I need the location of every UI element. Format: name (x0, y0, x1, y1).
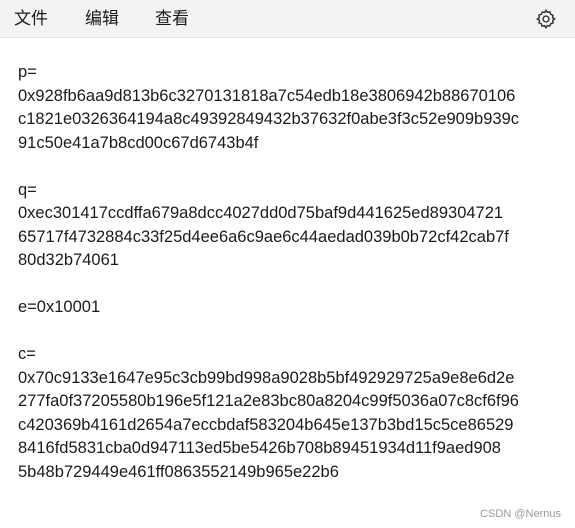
gear-icon[interactable] (535, 8, 557, 30)
text-line: 0xec301417ccdffa679a8dcc4027dd0d75baf9d4… (18, 204, 504, 222)
text-line: 0x70c9133e1647e95c3cb99bd998a9028b5bf492… (18, 368, 515, 387)
menu-file[interactable]: 文件 (14, 8, 48, 30)
text-line: 277fa0f37205580b196e5f121a2e83bc80a8204c… (18, 392, 519, 410)
text-line (18, 155, 574, 179)
menu-edit[interactable]: 编辑 (85, 8, 119, 30)
menu-bar: 文件 编辑 查看 (0, 0, 575, 38)
text-line: c= (18, 345, 36, 363)
text-line: 8416fd5831cba0d947113ed5be5426b708b89451… (18, 439, 501, 457)
text-content[interactable]: p= 0x928fb6aa9d813b6c3270131818a7c54edb18… (18, 61, 574, 484)
text-line: 5b48b729449e461ff0863552149b965e22b6 (18, 462, 339, 481)
text-line: 80d32b74061 (18, 251, 119, 269)
scrollbar[interactable] (571, 39, 575, 528)
editor-area[interactable]: p= 0x928fb6aa9d813b6c3270131818a7c54edb18… (0, 39, 575, 528)
text-line (18, 320, 574, 344)
text-line: 0x928fb6aa9d813b6c3270131818a7c54edb18e3… (18, 86, 516, 105)
text-line: p= (18, 63, 37, 81)
text-line: 91c50e41a7b8cd00c67d6743b4f (18, 133, 259, 152)
text-line: e=0x10001 (18, 298, 101, 316)
text-line (18, 273, 574, 297)
text-line: c1821e0326364194a8c49392849432b37632f0ab… (18, 110, 519, 128)
text-line: 65717f4732884c33f25d4ee6a6c9ae6c44aedad0… (18, 227, 509, 246)
menu-view[interactable]: 查看 (155, 8, 189, 30)
text-line: c420369b4161d2654a7eccbdaf583204b645e137… (18, 415, 514, 434)
text-line: q= (18, 180, 37, 199)
watermark: CSDN @Nernus (480, 508, 561, 520)
